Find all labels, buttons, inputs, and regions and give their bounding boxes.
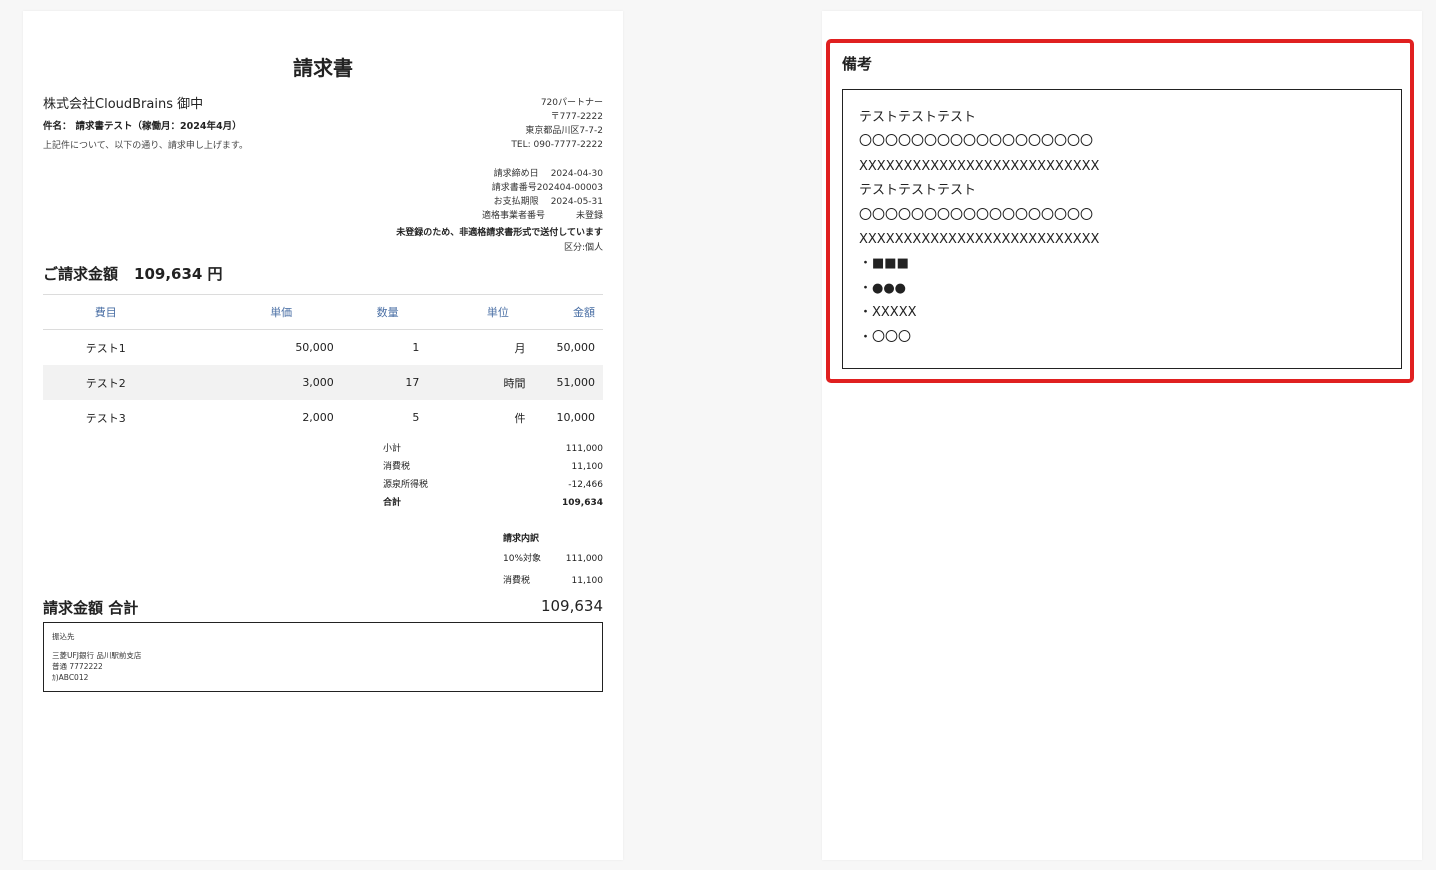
non-qualified-notice: 未登録のため、非適格請求書形式で送付しています xyxy=(396,228,603,238)
total-label: 源泉所得税 xyxy=(383,480,429,490)
breakdown-label: 10%対象 xyxy=(503,554,542,564)
table-row: テスト2 3,000 17 時間 51,000 xyxy=(43,365,603,400)
meta-registration-number: 適格事業者番号 未登録 xyxy=(482,209,603,223)
subject-label: 件名： xyxy=(43,121,72,132)
category-label: 区分:個人 xyxy=(563,243,603,253)
meta-value: 未登録 xyxy=(575,211,603,221)
subtotal-row: 小計 111,000 xyxy=(383,440,603,458)
remarks-line: ・■■■ xyxy=(859,256,909,272)
remarks-box: テストテストテスト 〇〇〇〇〇〇〇〇〇〇〇〇〇〇〇〇〇〇 XXXXXXXXXXX… xyxy=(842,89,1402,369)
meta-invoice-number: 請求書番号 202404-00003 xyxy=(482,181,603,195)
tax-row: 消費税 11,100 xyxy=(383,458,603,476)
table-row: テスト3 2,000 5 件 10,000 xyxy=(43,400,603,435)
breakdown-value: 111,000 xyxy=(565,554,603,564)
invoice-meta: 請求締め日 2024-04-30 請求書番号 202404-00003 お支払期限 2… xyxy=(482,167,603,223)
remarks-line: ・〇〇〇 xyxy=(859,329,912,345)
remarks-line: テストテストテスト xyxy=(859,110,977,125)
cell-unit-price: 2,000 xyxy=(302,411,334,424)
billing-amount-label: ご請求金額 xyxy=(43,265,119,283)
meta-label: 請求書番号 xyxy=(491,183,537,193)
remarks-page: 備考 テストテストテスト 〇〇〇〇〇〇〇〇〇〇〇〇〇〇〇〇〇〇 XXXXXXXX… xyxy=(822,11,1422,860)
bank-title: 振込先 xyxy=(52,632,75,641)
total-value: 109,634 xyxy=(562,498,603,508)
meta-label: 請求締め日 xyxy=(493,169,539,179)
header-unit: 単位 xyxy=(439,294,556,330)
grand-total-label: 請求金額 合計 xyxy=(43,599,139,617)
invoice-intro: 上記件について、以下の通り、請求申し上げます。 xyxy=(43,141,249,151)
grand-total-value: 109,634 xyxy=(540,597,603,615)
withholding-row: 源泉所得税 -12,466 xyxy=(383,476,603,494)
breakdown-label: 消費税 xyxy=(503,576,531,586)
meta-label: 適格事業者番号 xyxy=(481,211,545,221)
cell-unit-price: 50,000 xyxy=(295,341,334,354)
cell-quantity: 5 xyxy=(412,411,420,424)
items-table: 費目 単価 数量 単位 金額 テスト1 50,000 1 月 50,000 テス… xyxy=(43,294,603,435)
bank-info-box: 振込先 三菱UFJ銀行 品川駅前支店 普通 7772222 ｶ)ABC012 xyxy=(43,622,603,692)
total-label: 消費税 xyxy=(383,462,411,472)
table-header-row: 費目 単価 数量 単位 金額 xyxy=(43,294,603,330)
cell-item: テスト2 xyxy=(43,365,169,400)
cell-unit: 件 xyxy=(514,411,526,425)
remarks-line: 〇〇〇〇〇〇〇〇〇〇〇〇〇〇〇〇〇〇 xyxy=(859,134,1094,150)
total-label: 小計 xyxy=(383,444,402,454)
meta-value: 2024-04-30 xyxy=(550,169,603,179)
breakdown-value: 11,100 xyxy=(571,576,604,586)
header-amount: 金額 xyxy=(555,294,603,330)
breakdown-title: 請求内訳 xyxy=(503,534,540,544)
breakdown-row: 消費税 11,100 xyxy=(503,570,603,592)
total-row: 合計 109,634 xyxy=(383,494,603,512)
totals-block: 小計 111,000 消費税 11,100 源泉所得税 -12,466 合計 109,6… xyxy=(383,440,603,512)
meta-value: 202404-00003 xyxy=(536,183,603,193)
remarks-title: 備考 xyxy=(842,55,873,73)
cell-unit: 時間 xyxy=(439,365,556,400)
bank-account-holder: ｶ)ABC012 xyxy=(52,673,89,682)
total-value: 111,000 xyxy=(565,444,603,454)
meta-value: 2024-05-31 xyxy=(550,197,603,207)
subject-value: 請求書テスト（稼働月：2024年4月） xyxy=(75,121,242,132)
billing-amount-value: 109,634 円 xyxy=(134,265,223,283)
remarks-line: テストテストテスト xyxy=(859,183,977,199)
invoice-subject: 件名： 請求書テスト（稼働月：2024年4月） xyxy=(43,118,242,132)
cell-amount: 50,000 xyxy=(556,341,596,354)
cell-unit-price: 3,000 xyxy=(168,365,335,400)
table-row: テスト1 50,000 1 月 50,000 xyxy=(43,330,603,366)
bank-name: 三菱UFJ銀行 品川駅前支店 xyxy=(52,651,142,660)
cell-item: テスト1 xyxy=(85,341,126,355)
cell-item: テスト3 xyxy=(85,411,126,425)
meta-closing-date: 請求締め日 2024-04-30 xyxy=(482,167,603,181)
header-quantity: 数量 xyxy=(334,294,440,330)
bank-account-number: 普通 7772222 xyxy=(52,662,103,671)
cell-unit: 月 xyxy=(514,341,526,355)
issuer-name: 720パートナー xyxy=(540,98,603,108)
total-label: 合計 xyxy=(383,498,402,508)
issuer-address: 720パートナー 〒777-2222 東京都品川区7-7-2 TEL: 090-… xyxy=(511,96,603,152)
breakdown-row: 10%対象 111,000 xyxy=(503,548,603,570)
client-name: 株式会社CloudBrains 御中 xyxy=(43,97,204,112)
meta-due-date: お支払期限 2024-05-31 xyxy=(482,195,603,209)
billing-amount: ご請求金額 109,634 円 xyxy=(43,263,223,284)
issuer-phone: TEL: 090-7777-2222 xyxy=(511,140,603,150)
billing-breakdown: 請求内訳 10%対象 111,000 消費税 11,100 xyxy=(503,530,603,592)
cell-amount: 10,000 xyxy=(556,411,596,424)
total-value: 11,100 xyxy=(571,462,604,472)
header-item: 費目 xyxy=(43,294,169,330)
meta-label: お支払期限 xyxy=(493,197,539,207)
remarks-line: ・●●● xyxy=(859,280,907,296)
invoice-title: 請求書 xyxy=(293,56,353,80)
remarks-line: ・XXXXX xyxy=(859,305,917,321)
total-value: -12,466 xyxy=(568,480,603,490)
invoice-page: 請求書 株式会社CloudBrains 御中 件名： 請求書テスト（稼働月：202… xyxy=(23,11,623,860)
cell-quantity: 17 xyxy=(334,365,440,400)
issuer-address-line: 東京都品川区7-7-2 xyxy=(525,126,603,136)
cell-quantity: 1 xyxy=(412,341,420,354)
header-unit-price: 単価 xyxy=(168,294,335,330)
remarks-line: 〇〇〇〇〇〇〇〇〇〇〇〇〇〇〇〇〇〇 xyxy=(859,207,1094,223)
cell-amount: 51,000 xyxy=(555,365,603,400)
remarks-line: XXXXXXXXXXXXXXXXXXXXXXXXXXX xyxy=(859,158,1100,174)
issuer-postal: 〒777-2222 xyxy=(550,112,603,122)
remarks-line: XXXXXXXXXXXXXXXXXXXXXXXXXXX xyxy=(859,232,1100,248)
